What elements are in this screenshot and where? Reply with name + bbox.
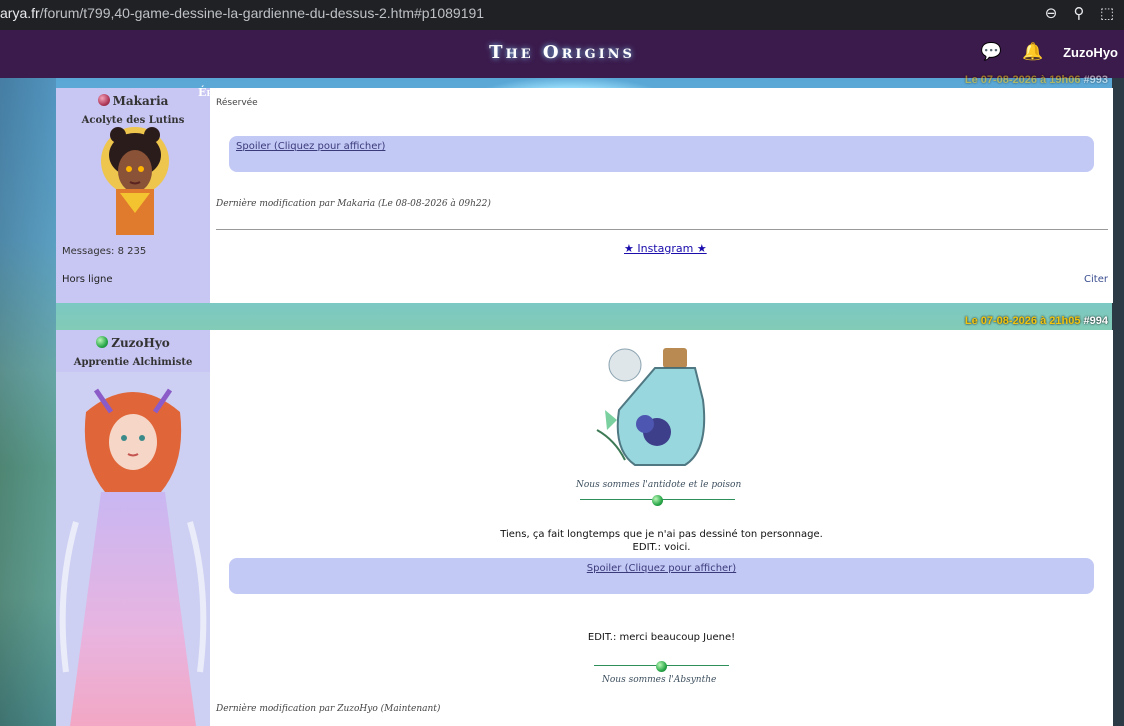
spoiler-toggle-link[interactable]: Spoiler (Cliquez pour afficher) bbox=[236, 141, 385, 152]
nav-garde-robe[interactable]: Garde-robe bbox=[326, 86, 392, 99]
author-avatar bbox=[56, 372, 210, 726]
potion-bottle-image bbox=[585, 340, 725, 490]
browser-url-bar[interactable]: arya.fr/forum/t799,40-game-dessine-la-ga… bbox=[0, 0, 1124, 30]
green-gem-icon bbox=[652, 495, 663, 506]
post-date-993: Le 07-08-2026 à 19h06 #993 bbox=[964, 74, 1108, 86]
edit-note: Dernière modification par ZuzoHyo (Maint… bbox=[216, 704, 441, 714]
screenshot-icon[interactable]: ⬚ bbox=[1098, 4, 1116, 22]
forum-nav: Épisodes Familier Garde-robe Inventaire … bbox=[56, 83, 1113, 107]
author-rank: Apprentie Alchimiste bbox=[73, 357, 193, 368]
nav-recharge[interactable]: Recharge bbox=[987, 86, 1042, 99]
edit-text: EDIT.: merci beaucoup Juene! bbox=[587, 632, 736, 643]
site-header: The Origins 💬 🔔 ZuzoHyo bbox=[0, 30, 1124, 78]
background-shade-left bbox=[0, 78, 56, 726]
post-text: Tiens, ça fait longtemps que je n'ai pas… bbox=[500, 529, 823, 553]
signature-divider bbox=[594, 661, 729, 672]
message-count: Messages: 8 235 bbox=[62, 246, 147, 257]
post-author-panel: ZuzoHyo Apprentie Alchimiste bbox=[56, 330, 210, 726]
online-status: Hors ligne bbox=[62, 274, 113, 285]
pin-icon[interactable]: ⚲ bbox=[1070, 4, 1088, 22]
signature-caption: Nous sommes l'Absynthe bbox=[602, 675, 717, 685]
nav-boutiques[interactable]: Boutiques bbox=[913, 86, 972, 99]
bell-icon[interactable]: 🔔 bbox=[1022, 42, 1043, 62]
url-text[interactable]: arya.fr/forum/t799,40-game-dessine-la-ga… bbox=[0, 5, 484, 21]
site-logo[interactable]: The Origins bbox=[0, 42, 1124, 63]
edit-note: Dernière modification par Makaria (Le 08… bbox=[216, 199, 491, 209]
chat-bubble-icon[interactable]: 💬 bbox=[981, 42, 1002, 62]
nav-quetes[interactable]: Quêtes bbox=[794, 86, 834, 99]
post-author-panel: Makaria Acolyte des Lutins Messages: 8 2… bbox=[56, 88, 210, 303]
background-shade-right bbox=[1112, 78, 1124, 726]
zoom-out-icon[interactable]: ⊖ bbox=[1042, 4, 1060, 22]
banner-caption: Nous sommes l'antidote et le poison bbox=[576, 480, 742, 490]
quote-button[interactable]: Citer bbox=[1084, 274, 1108, 285]
nav-familier[interactable]: Familier bbox=[263, 86, 312, 99]
nav-episodes[interactable]: Épisodes bbox=[198, 86, 248, 99]
author-avatar bbox=[90, 119, 180, 235]
forum-post: Makaria Acolyte des Lutins Messages: 8 2… bbox=[56, 88, 1113, 303]
green-gem-icon bbox=[656, 661, 667, 672]
banner-divider bbox=[580, 495, 735, 506]
instagram-link[interactable]: ★ Instagram ★ bbox=[624, 242, 707, 255]
username-link[interactable]: ZuzoHyo bbox=[1063, 45, 1118, 60]
spoiler-box[interactable]: Spoiler (Cliquez pour afficher) bbox=[229, 136, 1094, 172]
forum-post: ZuzoHyo Apprentie Alchimiste Nous sommes… bbox=[56, 330, 1113, 726]
nav-marche[interactable]: Marché bbox=[851, 86, 896, 99]
online-status-icon bbox=[96, 336, 109, 348]
post-date-994: Le 07-08-2026 à 21h05 #994 bbox=[964, 315, 1108, 327]
post-content: Nous sommes l'antidote et le poison Tien… bbox=[210, 330, 1113, 726]
post-content: Réservée Spoiler (Cliquez pour afficher)… bbox=[210, 88, 1113, 303]
author-name[interactable]: ZuzoHyo bbox=[56, 336, 210, 350]
nav-bibliotheque[interactable]: Bibliothèque bbox=[706, 86, 782, 99]
spoiler-toggle-link[interactable]: Spoiler (Cliquez pour afficher) bbox=[229, 563, 1094, 574]
signature-divider bbox=[216, 229, 1108, 230]
spoiler-box[interactable]: Spoiler (Cliquez pour afficher) bbox=[229, 558, 1094, 594]
nav-inventaire[interactable]: Inventaire bbox=[407, 86, 467, 99]
